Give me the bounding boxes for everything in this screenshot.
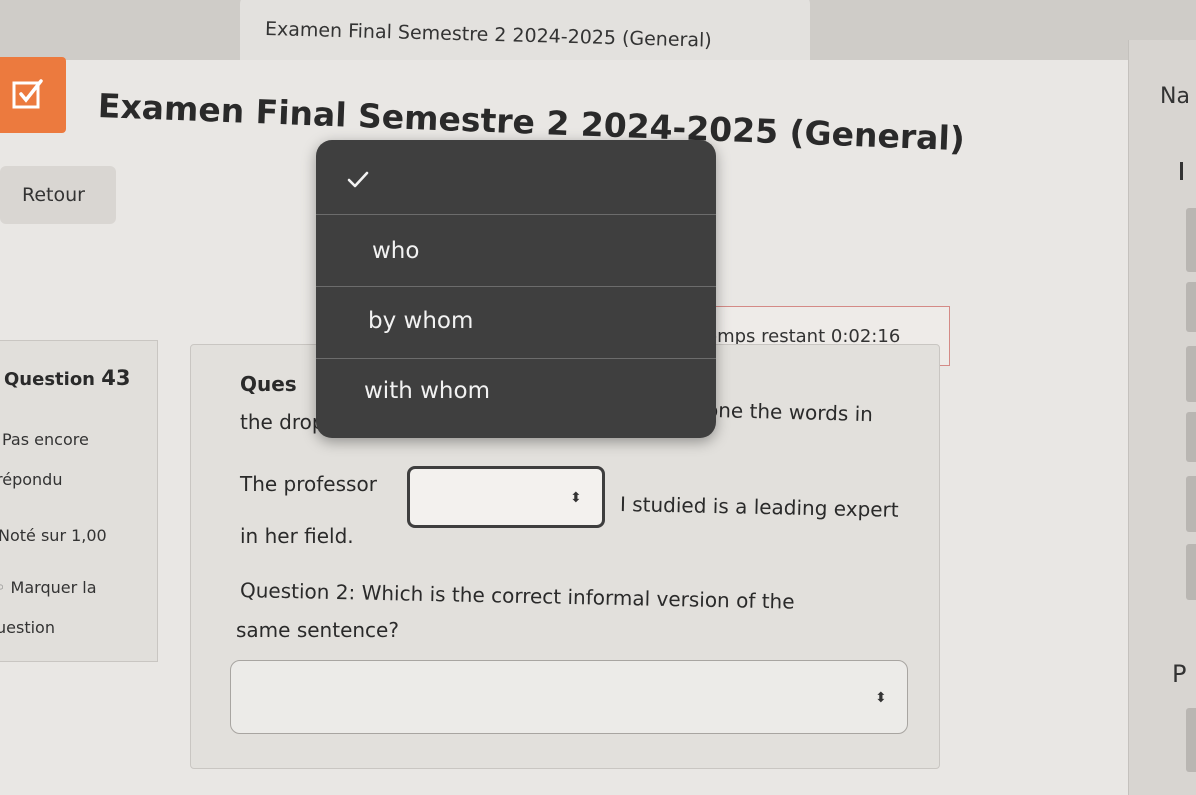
- flag-icon: ◦: [0, 578, 6, 597]
- checkbox-icon: [0, 57, 66, 133]
- flag-question-link[interactable]: ◦ Marquer la: [0, 578, 97, 597]
- dropdown-option-by-whom[interactable]: by whom: [368, 308, 473, 334]
- informal-version-select[interactable]: ⬍: [230, 660, 908, 734]
- dropdown-separator: [316, 358, 716, 359]
- select-arrows-icon: ⬍: [570, 490, 582, 506]
- back-button[interactable]: Retour: [0, 166, 116, 224]
- nav-question-button[interactable]: [1186, 412, 1196, 462]
- nav-question-button[interactable]: [1186, 208, 1196, 272]
- nav-question-button[interactable]: [1186, 282, 1196, 332]
- grade-text: Noté sur 1,00: [0, 526, 107, 545]
- dropdown-option-who[interactable]: who: [372, 238, 419, 264]
- sentence-line2: in her field.: [240, 524, 354, 548]
- question-number-value: 43: [101, 366, 131, 390]
- question-number: Question 43: [4, 366, 131, 390]
- status-text: Pas encore: [2, 430, 89, 449]
- question-label: Question: [4, 369, 95, 390]
- dropdown-separator: [316, 286, 716, 287]
- navigation-panel-title: Na: [1160, 84, 1190, 109]
- navigation-panel-marker: [1180, 162, 1183, 180]
- select-arrows-icon: ⬍: [875, 690, 887, 706]
- nav-question-button[interactable]: [1186, 476, 1196, 532]
- sentence-start: The professor: [240, 472, 377, 496]
- flag-question-link-line2[interactable]: uestion: [0, 618, 55, 637]
- nav-question-button[interactable]: [1186, 544, 1196, 600]
- nav-question-button[interactable]: [1186, 346, 1196, 402]
- nav-question-button[interactable]: [1186, 708, 1196, 772]
- dropdown-option-with-whom[interactable]: with whom: [364, 378, 490, 404]
- question-intro-continued: one the words in: [705, 397, 874, 427]
- checkmark-icon: [346, 170, 370, 194]
- dropdown-separator: [316, 214, 716, 215]
- status-text: répondu: [0, 470, 63, 489]
- question-intro: Ques: [240, 372, 297, 396]
- answer-select[interactable]: ⬍: [407, 466, 605, 528]
- navigation-panel-fragment: P: [1172, 660, 1187, 688]
- question-2-text-line2: same sentence?: [236, 618, 399, 642]
